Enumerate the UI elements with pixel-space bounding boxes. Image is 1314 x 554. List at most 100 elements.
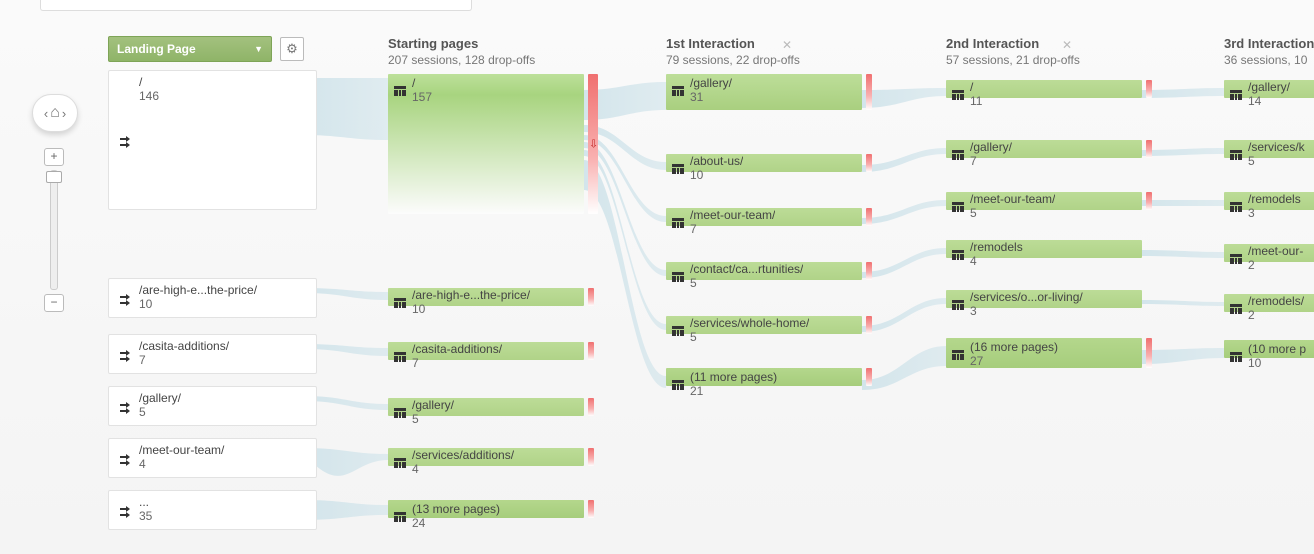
node-value: 7 (412, 356, 502, 370)
node-label: /remodels (1248, 192, 1301, 206)
page-grid-icon (946, 340, 970, 368)
dropoff-bar (866, 262, 872, 280)
flow-node[interactable]: /services/additions/4 (388, 448, 584, 467)
node-value: 24 (412, 516, 500, 530)
dropoff-bar (866, 316, 872, 334)
flow-node[interactable]: /gallery/14 (1224, 80, 1314, 99)
flow-node[interactable]: /meet-our-team/7 (666, 208, 862, 227)
column-subtitle: 79 sessions, 22 drop-offs (666, 53, 866, 67)
node-value: 7 (139, 353, 310, 367)
node-value: 10 (412, 302, 530, 316)
entry-arrow-icon (115, 75, 139, 205)
page-grid-icon (666, 316, 690, 344)
source-node[interactable]: /are-high-e...the-price/10 (108, 278, 317, 318)
flow-node[interactable]: /11 (946, 80, 1142, 99)
node-value: 157 (412, 90, 432, 104)
flow-node[interactable]: /meet-our-team/5 (946, 192, 1142, 211)
node-value: 4 (970, 254, 1023, 268)
flow-node[interactable]: /services/whole-home/5 (666, 316, 862, 335)
node-label: /meet-our-team/ (970, 192, 1055, 206)
page-grid-icon (1224, 294, 1248, 322)
flow-node[interactable]: (10 more p10 (1224, 340, 1314, 359)
flow-node[interactable]: (13 more pages)24 (388, 500, 584, 519)
node-value: 31 (690, 90, 732, 104)
node-value: 7 (970, 154, 1012, 168)
node-value: 5 (690, 276, 803, 290)
flow-node[interactable]: ⇩/157 (388, 74, 584, 215)
flow-node[interactable]: /contact/ca...rtunities/5 (666, 262, 862, 281)
node-label: /remodels (970, 240, 1023, 254)
node-value: 21 (690, 384, 777, 398)
zoom-control: + − (44, 148, 64, 312)
entry-arrow-icon (115, 495, 139, 525)
node-label: / (412, 76, 432, 90)
flow-node[interactable]: /casita-additions/7 (388, 342, 584, 361)
zoom-track[interactable] (50, 170, 58, 290)
dropoff-bar: ⇩ (588, 74, 598, 214)
node-label: /are-high-e...the-price/ (412, 288, 530, 302)
page-grid-icon (388, 76, 412, 104)
node-label: /casita-additions/ (412, 342, 502, 356)
flow-node[interactable]: /are-high-e...the-price/10 (388, 288, 584, 307)
zoom-handle[interactable] (46, 171, 62, 183)
page-grid-icon (946, 192, 970, 220)
column-title: Starting pages (388, 36, 588, 51)
entry-arrow-icon (115, 339, 139, 369)
column-header-int2: 2nd Interaction 57 sessions, 21 drop-off… (946, 36, 1146, 67)
node-value: 5 (1248, 154, 1305, 168)
flow-node[interactable]: (16 more pages)27 (946, 338, 1142, 369)
flow-node[interactable]: /gallery/7 (946, 140, 1142, 159)
flow-node[interactable]: /meet-our-2 (1224, 244, 1314, 263)
node-value: 5 (970, 206, 1055, 220)
zoom-in-button[interactable]: + (44, 148, 64, 166)
settings-button[interactable]: ⚙ (280, 37, 304, 61)
dropoff-bar (1146, 140, 1152, 158)
entry-arrow-icon (115, 391, 139, 421)
page-grid-icon (388, 288, 412, 316)
node-label: /gallery/ (970, 140, 1012, 154)
dropoff-bar (588, 448, 594, 466)
flow-node[interactable]: /gallery/5 (388, 398, 584, 417)
node-value: 2 (1248, 258, 1303, 272)
node-value: 27 (970, 354, 1058, 368)
flow-node[interactable]: /remodels/2 (1224, 294, 1314, 313)
source-node[interactable]: /gallery/5 (108, 386, 317, 426)
node-label: /services/o...or-living/ (970, 290, 1083, 304)
dropoff-bar (866, 208, 872, 226)
source-node[interactable]: /casita-additions/7 (108, 334, 317, 374)
behavior-flow-canvas: ‹ ⌂ › + − Landing Page ▼ ⚙ (0, 0, 1314, 554)
zoom-out-button[interactable]: − (44, 294, 64, 312)
flow-node[interactable]: /services/o...or-living/3 (946, 290, 1142, 309)
flow-node[interactable]: /remodels3 (1224, 192, 1314, 211)
node-value: 5 (690, 330, 809, 344)
close-column-icon[interactable]: ✕ (782, 38, 792, 52)
node-label: ... (139, 495, 310, 509)
node-value: 10 (139, 297, 310, 311)
node-label: /gallery/ (1248, 80, 1290, 94)
source-node[interactable]: ...35 (108, 490, 317, 530)
node-label: /services/additions/ (412, 448, 514, 462)
node-value: 5 (139, 405, 310, 419)
dropoff-bar (866, 154, 872, 172)
close-column-icon[interactable]: ✕ (1062, 38, 1072, 52)
page-grid-icon (1224, 342, 1248, 370)
flow-node[interactable]: /services/k5 (1224, 140, 1314, 159)
page-grid-icon (388, 448, 412, 476)
node-label: /remodels/ (1248, 294, 1304, 308)
flow-node[interactable]: /remodels4 (946, 240, 1142, 259)
node-value: 2 (1248, 308, 1304, 322)
source-node[interactable]: /meet-our-team/4 (108, 438, 317, 478)
flow-node[interactable]: /about-us/10 (666, 154, 862, 173)
flow-node[interactable]: /gallery/31 (666, 74, 862, 111)
home-button[interactable]: ‹ ⌂ › (32, 94, 78, 132)
page-grid-icon (1224, 244, 1248, 272)
flow-node[interactable]: (11 more pages)21 (666, 368, 862, 387)
entry-arrow-icon (115, 283, 139, 313)
page-grid-icon (1224, 80, 1248, 108)
source-node[interactable]: /146 (108, 70, 317, 210)
dropoff-bar (588, 342, 594, 360)
dimension-dropdown[interactable]: Landing Page ▼ (108, 36, 272, 62)
node-label: /about-us/ (690, 154, 743, 168)
chevron-right-icon: › (62, 106, 66, 121)
page-grid-icon (666, 208, 690, 236)
